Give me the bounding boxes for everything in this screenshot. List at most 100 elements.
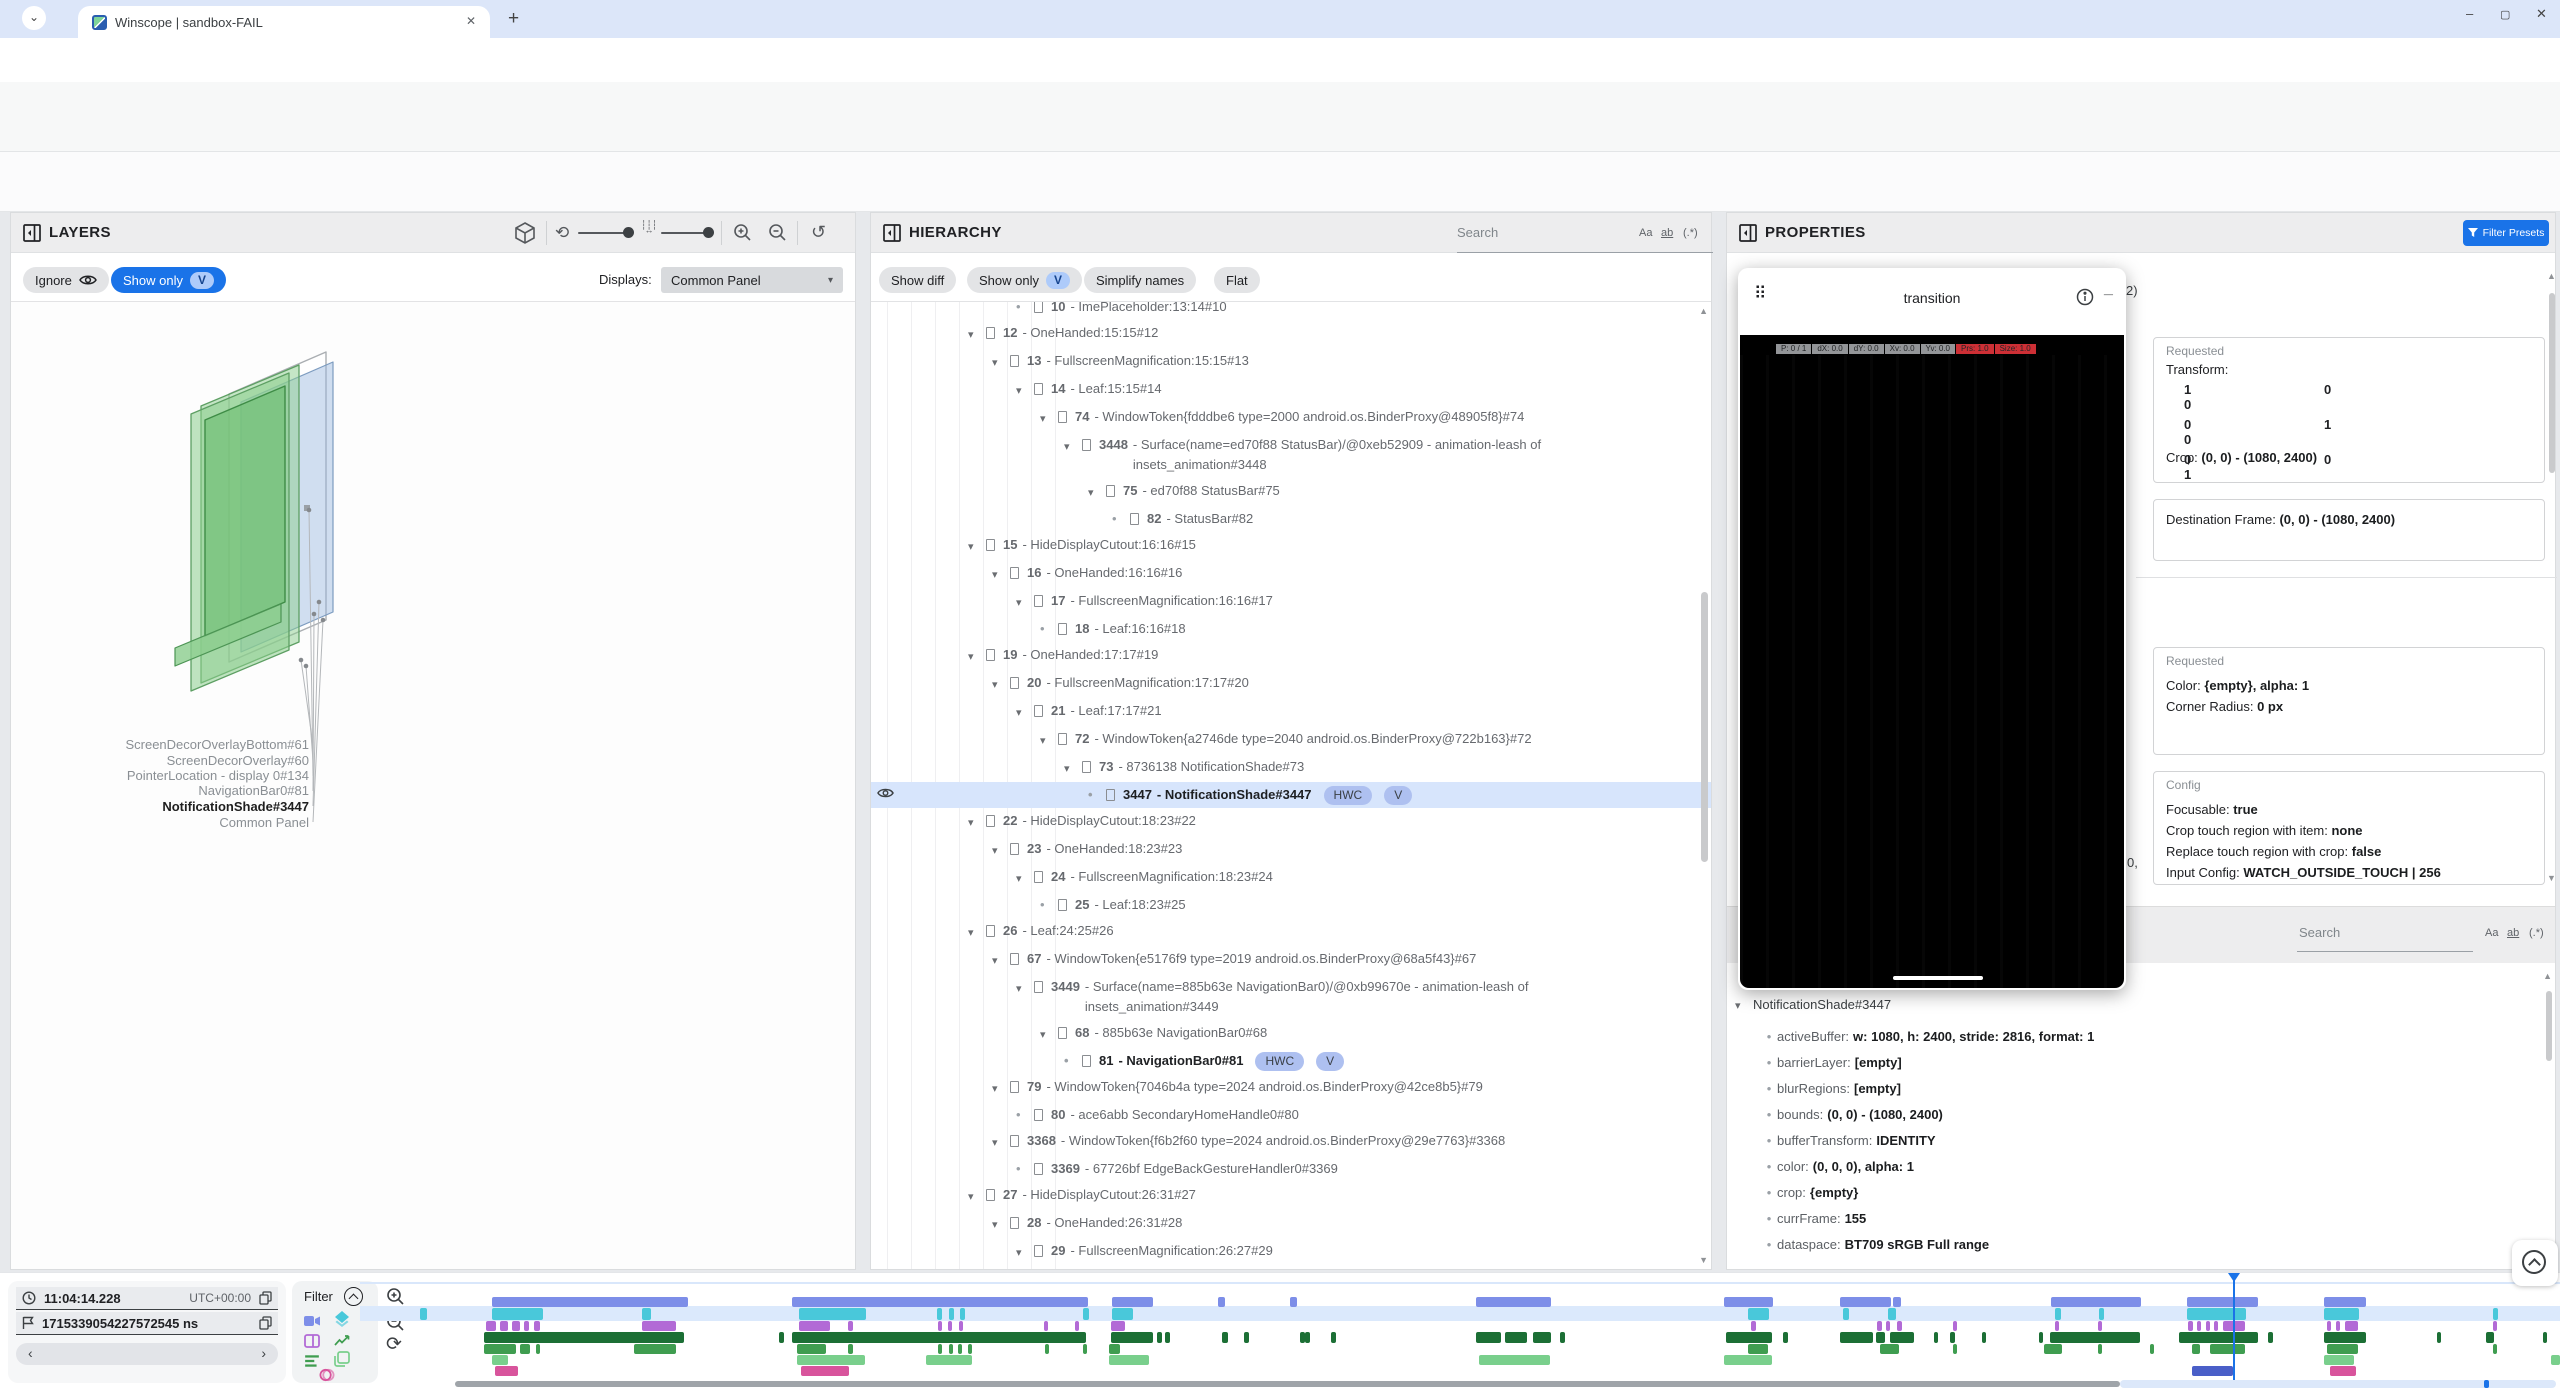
trace-segment[interactable] bbox=[1222, 1332, 1228, 1343]
trace-segment[interactable] bbox=[1843, 1308, 1849, 1320]
trace-segment[interactable] bbox=[1560, 1332, 1565, 1343]
match-word-option[interactable]: ab bbox=[1661, 227, 1673, 239]
chevron-down-icon[interactable]: ▾ bbox=[992, 1133, 1010, 1153]
trace-segment[interactable] bbox=[486, 1321, 496, 1331]
trace-segment[interactable] bbox=[949, 1308, 954, 1320]
flat-chip[interactable]: Flat bbox=[1214, 267, 1260, 293]
trace-segment[interactable] bbox=[1109, 1344, 1120, 1354]
trace-segment[interactable] bbox=[2543, 1332, 2547, 1343]
trace-segment[interactable] bbox=[2324, 1355, 2354, 1365]
chevron-down-icon[interactable]: ▾ bbox=[968, 923, 986, 943]
chevron-down-icon[interactable]: ▾ bbox=[1016, 979, 1034, 999]
regex-option[interactable]: (.*) bbox=[1683, 227, 1698, 239]
property-tree-item[interactable]: • barrierLayer: [empty] bbox=[1761, 1053, 2535, 1073]
transition-window-header[interactable]: ⠿ transition _ bbox=[1738, 268, 2126, 335]
hierarchy-node[interactable]: ▾ 16 - OneHanded:16:16#16 bbox=[871, 560, 1711, 588]
timeline-row-protolog[interactable] bbox=[360, 1344, 2560, 1354]
trace-segment[interactable] bbox=[524, 1321, 529, 1331]
chevron-down-icon[interactable]: ▾ bbox=[1016, 1243, 1034, 1263]
trace-segment[interactable] bbox=[1953, 1321, 1957, 1331]
trace-segment[interactable] bbox=[2055, 1321, 2059, 1331]
trace-segment[interactable] bbox=[1748, 1344, 1768, 1354]
trace-segment[interactable] bbox=[1083, 1308, 1089, 1320]
timeline-row-transition-active[interactable] bbox=[360, 1366, 2560, 1376]
protolog-filter-icon[interactable] bbox=[304, 1353, 320, 1369]
trace-segment[interactable] bbox=[2051, 1297, 2141, 1307]
hierarchy-node[interactable]: ▾ 67 - WindowToken{e5176f9 type=2019 and… bbox=[871, 946, 1711, 974]
trace-segment[interactable] bbox=[2324, 1332, 2366, 1343]
timeline-row-view-capture[interactable] bbox=[360, 1355, 2560, 1365]
trace-segment[interactable] bbox=[2188, 1321, 2193, 1331]
trace-segment[interactable] bbox=[797, 1344, 826, 1354]
trace-segment[interactable] bbox=[2437, 1332, 2441, 1343]
hierarchy-node[interactable]: ▾ 17 - FullscreenMagnification:16:16#17 bbox=[871, 588, 1711, 616]
trace-segment[interactable] bbox=[2098, 1321, 2102, 1331]
trace-segment[interactable] bbox=[1165, 1332, 1170, 1343]
chevron-down-icon[interactable]: ▾ bbox=[992, 1079, 1010, 1099]
transitions-filter-icon[interactable] bbox=[319, 1367, 335, 1383]
trace-segment[interactable] bbox=[2050, 1332, 2140, 1343]
properties-scrollbar[interactable] bbox=[2549, 293, 2555, 473]
hierarchy-node[interactable]: ▾ 24 - FullscreenMagnification:18:23#24 bbox=[871, 864, 1711, 892]
trace-segment[interactable] bbox=[1953, 1344, 1957, 1354]
zoom-out-icon[interactable] bbox=[768, 223, 787, 242]
new-tab-button[interactable]: + bbox=[508, 8, 519, 30]
chevron-down-icon[interactable]: ▾ bbox=[1064, 437, 1082, 457]
trace-segment[interactable] bbox=[792, 1332, 1086, 1343]
trace-segment[interactable] bbox=[1533, 1332, 1551, 1343]
chevron-down-icon[interactable]: ▾ bbox=[968, 537, 986, 557]
hierarchy-node[interactable]: ▾ 29 - FullscreenMagnification:26:27#29 bbox=[871, 1238, 1711, 1266]
hierarchy-node[interactable]: ▾ 75 - ed70f88 StatusBar#75 bbox=[871, 478, 1711, 506]
trace-segment[interactable] bbox=[1934, 1332, 1938, 1343]
trace-segment[interactable] bbox=[1218, 1297, 1225, 1307]
reset-view-history-icon[interactable]: ↺ bbox=[811, 222, 826, 243]
match-case-option[interactable]: Aa bbox=[2485, 927, 2498, 939]
hierarchy-node[interactable]: ▾ 72 - WindowToken{a2746de type=2040 and… bbox=[871, 726, 1711, 754]
chevron-down-icon[interactable]: ▾ bbox=[1040, 409, 1058, 429]
trace-segment[interactable] bbox=[536, 1344, 540, 1354]
trace-segment[interactable] bbox=[959, 1321, 963, 1331]
chevron-down-icon[interactable]: ▾ bbox=[1040, 1025, 1058, 1045]
window-manager-filter-icon[interactable] bbox=[304, 1333, 320, 1349]
trace-segment[interactable] bbox=[2098, 1344, 2102, 1354]
property-tree-item[interactable]: • activeBuffer: w: 1080, h: 2400, stride… bbox=[1761, 1027, 2535, 1047]
trace-segment[interactable] bbox=[2493, 1321, 2497, 1331]
trace-segment[interactable] bbox=[799, 1321, 830, 1331]
trace-segment[interactable] bbox=[1305, 1332, 1310, 1343]
trace-segment[interactable] bbox=[2493, 1344, 2497, 1354]
trace-segment[interactable] bbox=[848, 1344, 853, 1354]
trace-segment[interactable] bbox=[534, 1321, 540, 1331]
chevron-down-icon[interactable]: ▾ bbox=[992, 353, 1010, 373]
trace-segment[interactable] bbox=[938, 1321, 942, 1331]
rotation-slider-handle[interactable] bbox=[623, 227, 634, 238]
trace-segment[interactable] bbox=[484, 1332, 684, 1343]
property-tree-item[interactable]: • color: (0, 0, 0), alpha: 1 bbox=[1761, 1157, 2535, 1177]
panel-icon[interactable] bbox=[23, 224, 41, 242]
simplify-names-chip[interactable]: Simplify names bbox=[1084, 267, 1196, 293]
hierarchy-node[interactable]: ▾ 12 - OneHanded:15:15#12 bbox=[871, 320, 1711, 348]
trace-segment[interactable] bbox=[1982, 1332, 1986, 1343]
spacing-slider-handle[interactable] bbox=[703, 227, 714, 238]
hierarchy-node[interactable]: • 82 - StatusBar#82 bbox=[871, 506, 1711, 532]
window-minimize-button[interactable]: – bbox=[2466, 6, 2473, 21]
trace-segment[interactable] bbox=[1476, 1297, 1551, 1307]
trace-segment[interactable] bbox=[797, 1355, 865, 1365]
chevron-down-icon[interactable]: ▾ bbox=[1064, 759, 1082, 779]
chevron-down-icon[interactable]: ▾ bbox=[1088, 483, 1106, 503]
hierarchy-node[interactable]: ▾ 14 - Leaf:15:15#14 bbox=[871, 376, 1711, 404]
trace-segment[interactable] bbox=[1109, 1355, 1149, 1365]
hierarchy-node[interactable]: ▾ 3448 - Surface(name=ed70f88 StatusBar)… bbox=[871, 432, 1711, 478]
transactions-filter-icon[interactable] bbox=[334, 1333, 350, 1349]
hierarchy-node[interactable]: • 10 - ImePlaceholder:13:14#10 bbox=[871, 301, 1711, 320]
trace-segment[interactable] bbox=[1075, 1321, 1079, 1331]
match-word-option[interactable]: ab bbox=[2507, 927, 2519, 939]
chevron-down-icon[interactable]: ▾ bbox=[1016, 381, 1034, 401]
trace-segment[interactable] bbox=[1724, 1297, 1773, 1307]
rotate-view-icon[interactable]: ⟲ bbox=[555, 223, 569, 243]
show-diff-chip[interactable]: Show diff bbox=[879, 267, 956, 293]
human-time-field[interactable]: 11:04:14.228 UTC+00:00 bbox=[16, 1287, 278, 1310]
hierarchy-node[interactable]: ▾ 3449 - Surface(name=885b63e Navigation… bbox=[871, 974, 1711, 1020]
trace-segment[interactable] bbox=[1045, 1344, 1049, 1354]
layer-label[interactable]: Common Panel bbox=[219, 815, 309, 830]
hierarchy-node[interactable]: ▾ 21 - Leaf:17:17#21 bbox=[871, 698, 1711, 726]
